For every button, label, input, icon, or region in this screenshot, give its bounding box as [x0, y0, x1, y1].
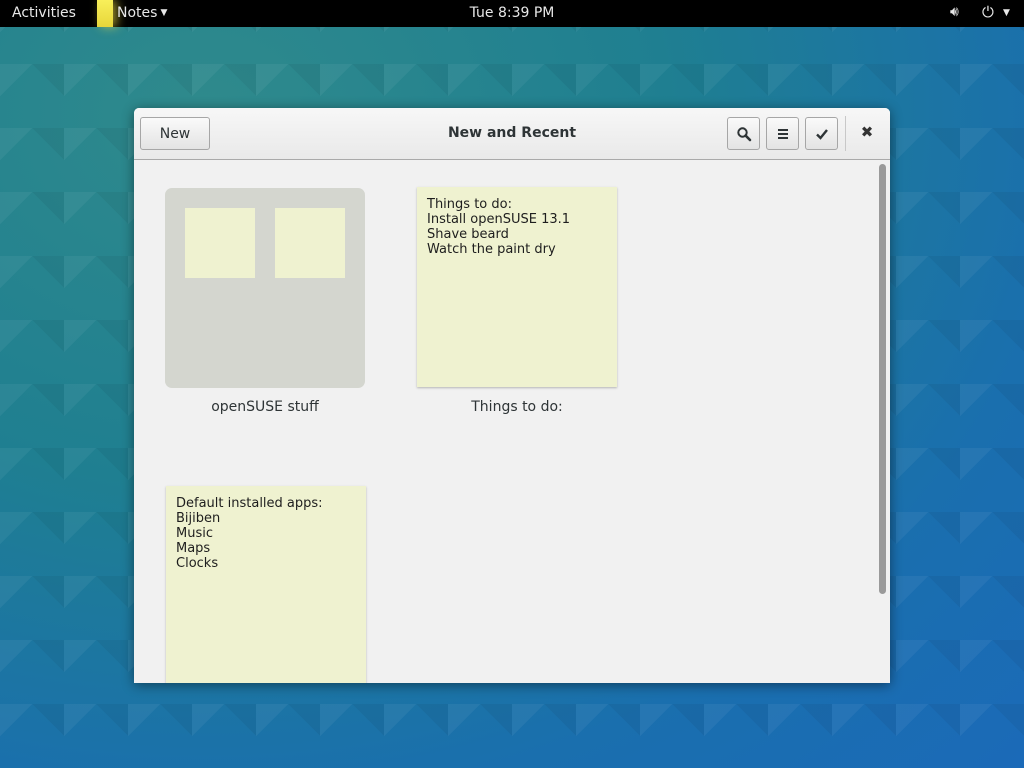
- new-note-button[interactable]: New: [140, 117, 210, 150]
- scrollbar-thumb[interactable]: [879, 164, 886, 594]
- menu-icon: [777, 128, 788, 139]
- speaker-icon[interactable]: 🔊︎: [950, 4, 959, 20]
- note-line: Watch the paint dry: [427, 242, 556, 257]
- app-menu-label: Notes: [117, 5, 158, 21]
- note-line: Shave beard: [427, 227, 509, 242]
- note-line: Things to do:: [427, 197, 512, 212]
- folder-note-preview: [185, 208, 255, 278]
- note-line: Maps: [176, 541, 211, 556]
- activities-button[interactable]: Activities: [12, 5, 76, 21]
- search-icon: [736, 126, 751, 141]
- header-bar: New New and Recent ✖: [134, 108, 890, 160]
- header-separator: [845, 116, 846, 151]
- search-button[interactable]: [727, 117, 760, 150]
- note-line: Clocks: [176, 556, 219, 571]
- notes-app-icon: [97, 0, 113, 27]
- menu-button[interactable]: [766, 117, 799, 150]
- selection-mode-button[interactable]: [805, 117, 838, 150]
- close-button[interactable]: ✖: [856, 123, 878, 143]
- new-note-button-label: New: [159, 125, 191, 142]
- chevron-down-icon[interactable]: ▼: [1003, 8, 1010, 18]
- top-bar: Activities Notes ▼ Tue 8:39 PM 🔊︎ ⏻ ▼: [0, 0, 1024, 27]
- notes-window: New New and Recent ✖ openSUSE stuff Thin…: [134, 108, 890, 683]
- folder-note-preview: [275, 208, 345, 278]
- note-label: Things to do:: [471, 399, 563, 415]
- vertical-scrollbar[interactable]: [877, 162, 887, 682]
- clock[interactable]: Tue 8:39 PM: [470, 5, 555, 21]
- note-thumbnail[interactable]: Default installed apps: Bijiben Music Ma…: [166, 486, 366, 683]
- note-line: Default installed apps:: [176, 496, 323, 511]
- power-icon[interactable]: ⏻: [982, 3, 994, 21]
- close-icon: ✖: [860, 123, 874, 141]
- folder-label: openSUSE stuff: [211, 399, 319, 415]
- app-menu-button[interactable]: Notes ▼: [117, 5, 167, 21]
- note-thumbnail[interactable]: Things to do: Install openSUSE 13.1 Shav…: [417, 187, 617, 387]
- checkmark-icon: [815, 128, 828, 140]
- note-line: Music: [176, 526, 213, 541]
- note-line: Bijiben: [176, 511, 221, 526]
- folder-thumbnail[interactable]: [165, 188, 365, 388]
- chevron-down-icon: ▼: [160, 8, 168, 18]
- note-line: Install openSUSE 13.1: [427, 212, 571, 227]
